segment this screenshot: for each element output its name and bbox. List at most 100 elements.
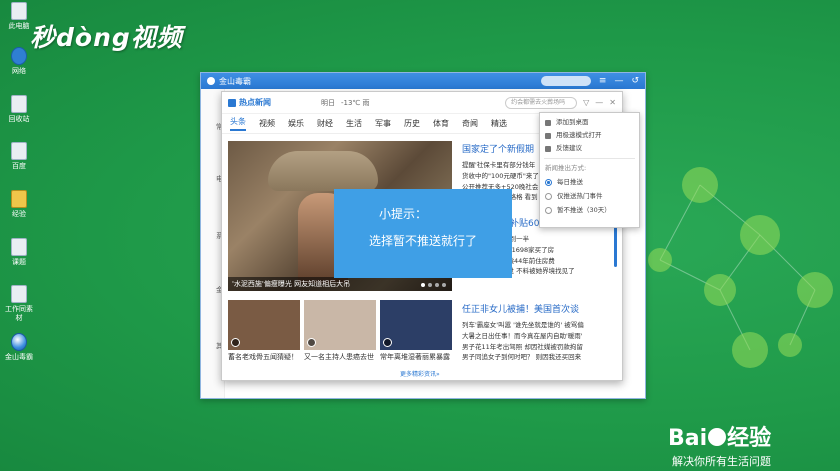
desktop-icon-label: 工作同素材 [5,305,33,322]
news-brand-label: 热点新闻 [239,98,271,107]
feedback-icon [545,145,551,152]
radio-hot-events-only[interactable]: 仅推送热门事件 [540,189,639,203]
document-icon [11,142,27,160]
radio-label: 每日推送 [557,178,583,186]
thumb-image [380,300,452,350]
tab-sports[interactable]: 体育 [433,118,449,129]
video-thumb[interactable]: 蓄名老戏骨五闻猜疑！ [228,300,300,362]
baidu-paw-icon [708,428,727,446]
radio-no-push-30-days[interactable]: 暂不推送（30天） [540,203,639,217]
radio-checked-icon [545,178,552,186]
menu-button[interactable]: ≡ [599,76,607,86]
network-icon [11,47,27,65]
desktop-icon-materials[interactable]: 工作同素材 [2,285,36,323]
antivirus-icon [11,333,27,351]
desktop-icon-baidu[interactable]: 百度 [2,142,36,171]
tab-military[interactable]: 军事 [375,118,391,129]
news-line[interactable]: 男子同追女子到何时吧？ 则因我还买回来 [462,352,612,363]
restore-button[interactable]: ↺ [631,76,639,86]
menu-item-label: 添加到桌面 [556,118,589,126]
weather-date: 明日 [321,98,335,107]
desktop-icon-network[interactable]: 网络 [2,47,36,76]
tip-body: 选择暂不推送就行了 [368,234,477,248]
menu-item-add-desktop[interactable]: 添加到桌面 [540,116,639,129]
pc-icon [11,2,27,20]
push-mode-title: 新闻推出方式: [545,164,587,172]
tip-overlay: 小提示： 选择暂不推送就行了 [334,189,512,278]
news-headline[interactable]: 任正非女儿被捕！美国首次谈 [462,302,612,315]
watermark-logo: 秒dòng视频 [30,23,183,52]
radio-unchecked-icon [545,192,552,200]
tab-history[interactable]: 历史 [404,118,420,129]
desktop-icon [545,119,551,126]
more-news-link[interactable]: 更多精彩资讯» [400,369,440,378]
brand-right: 经验 [727,426,772,451]
antivirus-title: 金山毒霸 [219,76,251,86]
settings-dropdown-menu: 添加到桌面 用极速模式打开 反馈建议 新闻推出方式: 每日推送 仅推送热门事件 … [539,112,640,228]
baidu-slogan: 解决你所有生活问题 [672,455,771,468]
desktop-icon-label: 回收站 [8,115,30,123]
baidu-jingyan-logo: Bai 经验 [668,420,771,452]
tab-video[interactable]: 视频 [259,118,275,129]
radio-daily-push[interactable]: 每日推送 [540,175,639,189]
tip-title: 小提示： [378,207,427,221]
news-header: 热点新闻 明日 -13℃ 雨 约会都需去火葬场吗 ▽ — ✕ [222,92,622,114]
play-icon [307,338,316,347]
play-icon [383,338,392,347]
tab-entertainment[interactable]: 娱乐 [288,118,304,129]
thumb-title[interactable]: 蓄名老戏骨五闻猜疑！ [228,352,300,362]
tab-oddities[interactable]: 奇闻 [462,118,478,129]
desktop-icon-label: 网络 [12,67,26,75]
desktop-icon-label: 经验 [12,210,26,218]
weather-info: -13℃ 雨 [341,98,370,107]
recycle-bin-icon [11,95,27,113]
carousel-dots[interactable] [421,283,446,287]
tab-finance[interactable]: 财经 [317,118,333,129]
menu-item-feedback[interactable]: 反馈建议 [540,142,639,155]
folder-icon [11,190,27,208]
desktop-icon-label: 课题 [12,258,26,266]
news-line[interactable]: 大暑之日出任事！而今真在屋内自助'暖雨' [462,331,612,342]
minimize-button[interactable]: — [614,76,623,86]
antivirus-logo-icon [207,77,215,85]
thumb-title[interactable]: 常年离堆湿著丽累暴露 [380,352,452,362]
settings-dropdown-button[interactable]: ▽ [583,98,589,107]
desktop-icon-label: 金山毒霸 [5,353,33,361]
news-minimize-button[interactable]: — [595,98,603,107]
radio-label: 仅推送热门事件 [557,192,603,200]
tab-featured[interactable]: 精选 [491,118,507,129]
video-thumb[interactable]: 常年离堆湿著丽累暴露 [380,300,452,362]
desktop-icon-label: 百度 [12,162,26,170]
tab-life[interactable]: 生活 [346,118,362,129]
decorative-network-graphic [648,167,833,368]
tab-headlines[interactable]: 头条 [230,116,246,131]
desktop-icon-label: 此电脑 [8,22,30,30]
menu-item-fast-open[interactable]: 用极速模式打开 [540,129,639,142]
menu-item-label: 用极速模式打开 [556,131,602,139]
news-line[interactable]: 列车'霸座女'叫嚣 '谁先坐就是谁的' 被骂偏 [462,320,612,331]
thumb-image [228,300,300,350]
desktop-icon-keti[interactable]: 课题 [2,238,36,267]
news-search-input[interactable]: 约会都需去火葬场吗 [505,96,578,109]
antivirus-search-box[interactable] [540,76,591,86]
menu-item-label: 反馈建议 [556,144,582,152]
news-logo-icon [228,98,236,107]
news-scrollbar[interactable] [614,222,617,267]
desktop-icon-pc[interactable]: 此电脑 [2,2,36,31]
thumb-title[interactable]: 又一名主持人患癌去世 [304,352,376,362]
desktop-icon-recycle[interactable]: 回收站 [2,95,36,124]
video-thumb[interactable]: 又一名主持人患癌去世 [304,300,376,362]
news-line[interactable]: 男子花11年考出驾照 却因社媒被罚款拘留 [462,342,612,353]
hero-caption[interactable]: '水泥西施'偏瘦曝光 网友知道相后大吊 [228,277,452,291]
document-icon [11,238,27,256]
document-icon [11,285,27,303]
news-close-button[interactable]: ✕ [609,98,616,107]
antivirus-title-bar: 金山毒霸 ≡ — ↺ [201,73,645,89]
play-icon [231,338,240,347]
desktop-icon-antivirus[interactable]: 金山毒霸 [2,333,36,362]
news-brand: 热点新闻 [228,97,271,108]
radio-unchecked-icon [545,206,552,214]
desktop-icon-jingyan[interactable]: 经验 [2,190,36,219]
radio-label: 暂不推送（30天） [557,206,611,214]
video-thumbnails: 蓄名老戏骨五闻猜疑！ 又一名主持人患癌去世 常年离堆湿著丽累暴露 [228,300,452,362]
